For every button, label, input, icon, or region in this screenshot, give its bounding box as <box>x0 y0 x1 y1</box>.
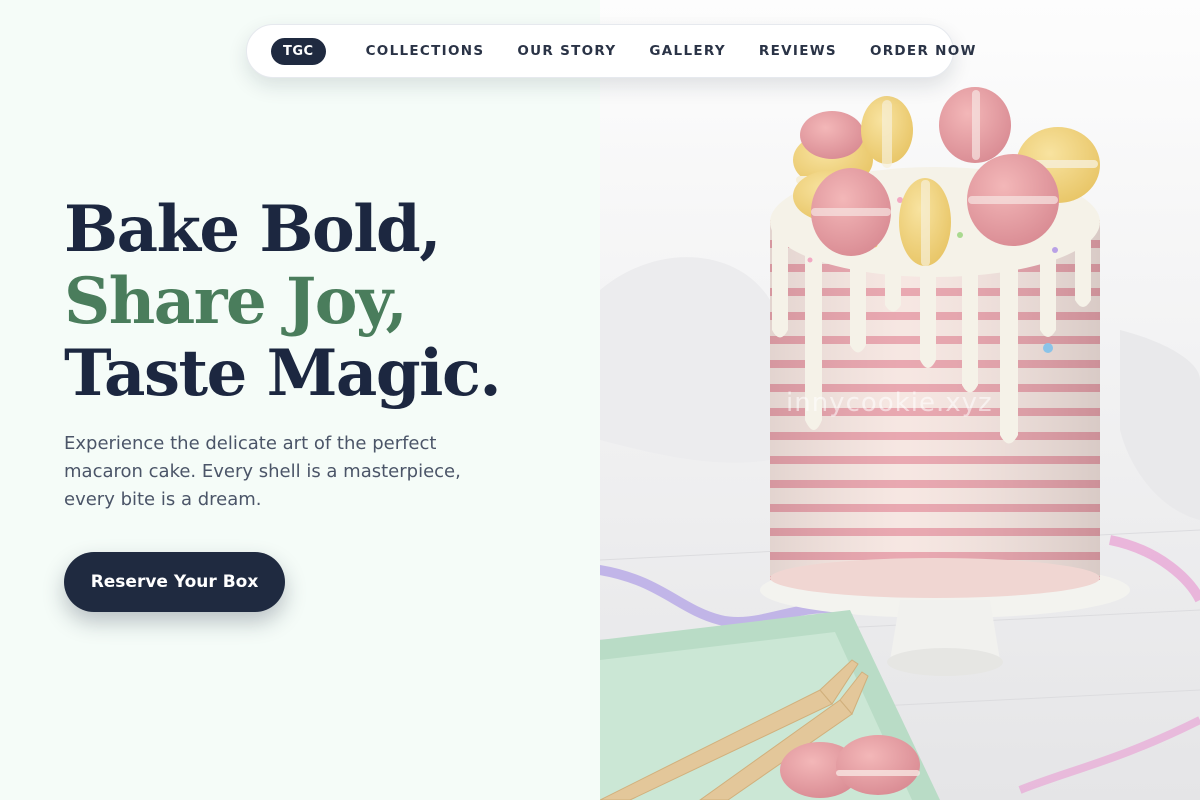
brand-logo[interactable]: TGC <box>271 37 326 65</box>
image-watermark: innycookie.xyz <box>786 388 993 418</box>
nav-link-reviews[interactable]: REVIEWS <box>759 43 837 59</box>
nav-link-our-story[interactable]: OUR STORY <box>517 43 616 59</box>
headline-line-1: Bake Bold, <box>64 192 442 267</box>
hero-headline: Bake Bold, Share Joy, Taste Magic. <box>64 192 502 411</box>
top-navigation: TGC COLLECTIONS OUR STORY GALLERY REVIEW… <box>246 24 975 78</box>
reserve-box-button[interactable]: Reserve Your Box <box>64 552 285 612</box>
nav-links: COLLECTIONS OUR STORY GALLERY REVIEWS OR… <box>366 43 977 59</box>
nav-link-gallery[interactable]: GALLERY <box>649 43 726 59</box>
nav-link-order-now[interactable]: ORDER NOW <box>870 43 977 59</box>
headline-line-2: Share Joy, <box>64 264 408 339</box>
nav-link-collections[interactable]: COLLECTIONS <box>366 43 485 59</box>
headline-line-3: Taste Magic. <box>64 336 502 411</box>
hero-image: innycookie.xyz <box>600 0 1200 800</box>
hero-description: Experience the delicate art of the perfe… <box>64 433 461 510</box>
